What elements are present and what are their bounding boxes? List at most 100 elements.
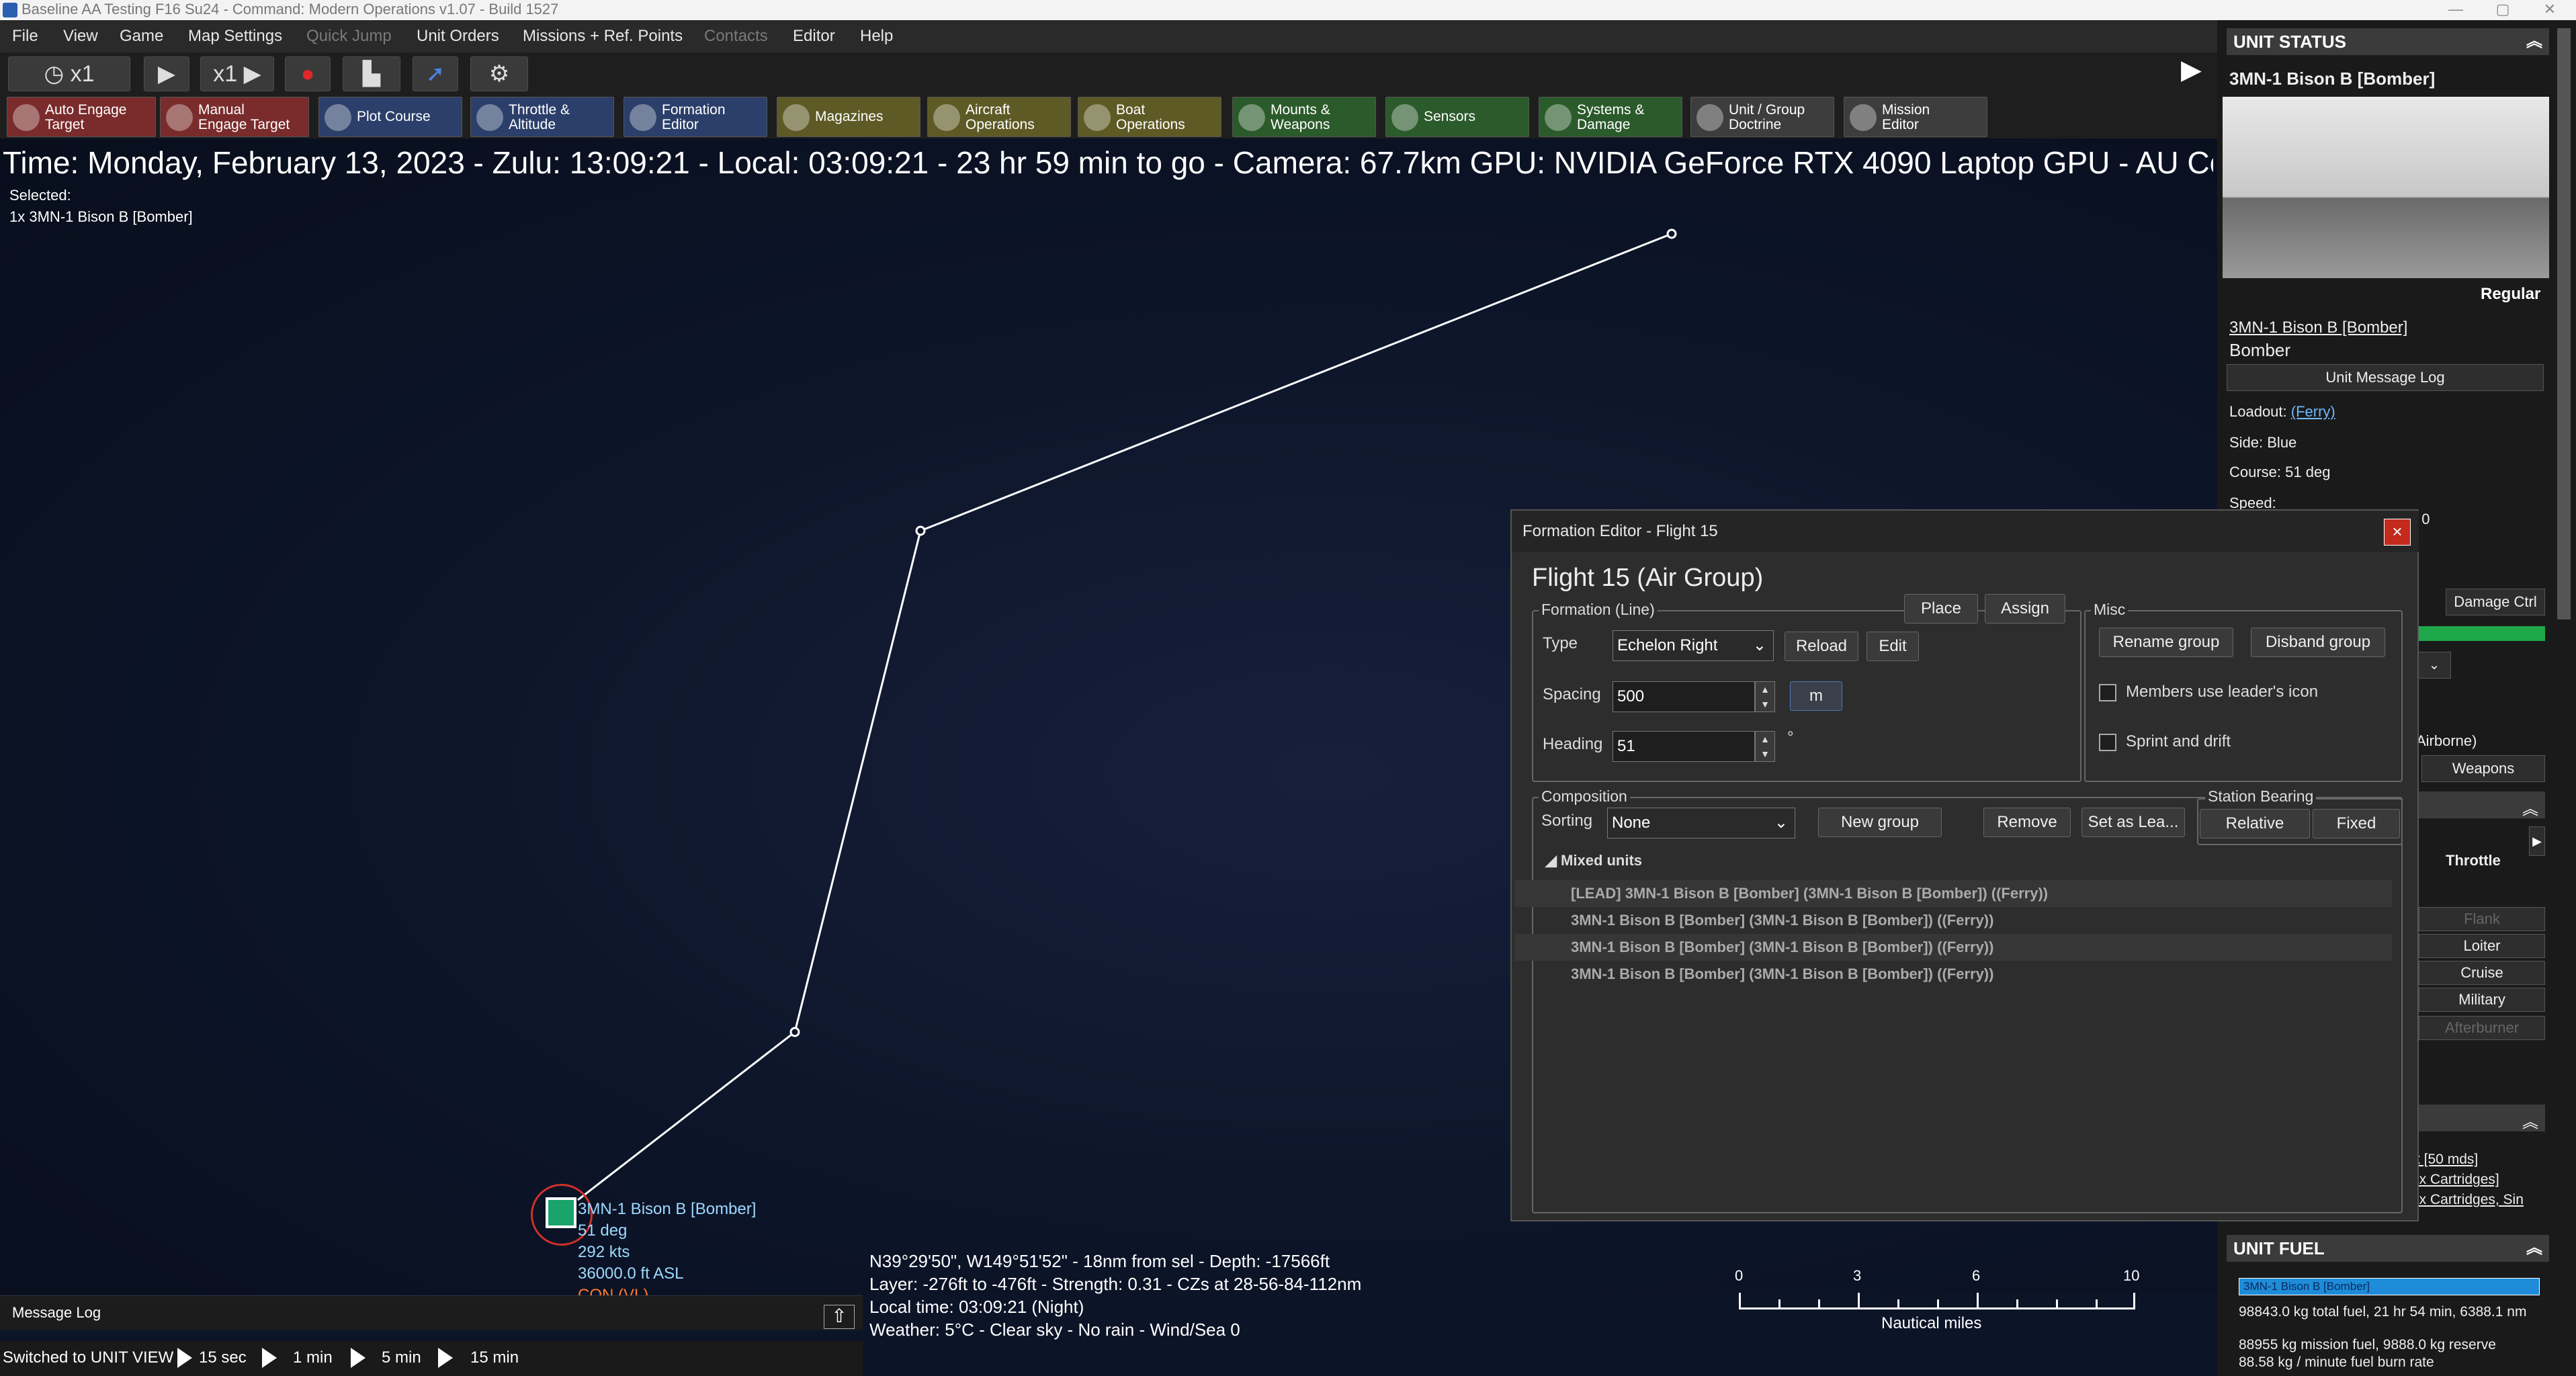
spacing-input[interactable]: 500 bbox=[1613, 681, 1755, 712]
message-log-bar[interactable]: Message Log bbox=[0, 1295, 863, 1330]
menu-file[interactable]: File bbox=[12, 20, 38, 52]
dropdown[interactable]: ⌄ bbox=[2417, 652, 2451, 679]
throttle-cruise[interactable]: Cruise bbox=[2419, 961, 2545, 985]
step-15min[interactable]: 15 min bbox=[470, 1341, 519, 1375]
print-button[interactable]: ▙ bbox=[343, 56, 400, 91]
collapse-icon[interactable]: ︽ bbox=[2522, 1109, 2538, 1132]
menu-map-settings[interactable]: Map Settings bbox=[188, 20, 282, 52]
aircraft-operations-button[interactable]: Aircraft Operations bbox=[927, 97, 1071, 137]
settings-button[interactable]: ⚙ bbox=[470, 56, 528, 91]
reload-button[interactable]: Reload bbox=[1785, 632, 1858, 661]
weapons-button[interactable]: Weapons bbox=[2421, 755, 2545, 782]
throttle-flank[interactable]: Flank bbox=[2419, 907, 2545, 931]
assign-button[interactable]: Assign bbox=[1985, 594, 2065, 624]
expand-triangle-icon[interactable]: ◢ bbox=[1545, 852, 1561, 869]
play-icon[interactable] bbox=[177, 1348, 192, 1368]
unit-toggle-button[interactable]: m bbox=[1790, 681, 1842, 711]
relative-button[interactable]: Relative bbox=[2200, 809, 2310, 838]
close-window-button[interactable]: ✕ bbox=[2526, 0, 2573, 20]
list-item[interactable]: [LEAD] 3MN-1 Bison B [Bomber] (3MN-1 Bis… bbox=[1514, 880, 2392, 907]
throttle-military[interactable]: Military bbox=[2419, 988, 2545, 1012]
play-button[interactable]: ▶ bbox=[144, 56, 189, 91]
boat-operations-button[interactable]: Boat Operations bbox=[1078, 97, 1221, 137]
step-15sec[interactable]: 15 sec bbox=[199, 1341, 247, 1375]
play-icon[interactable] bbox=[351, 1348, 366, 1368]
formation-editor-button[interactable]: Formation Editor bbox=[624, 97, 767, 137]
weapon-line[interactable]: lx Cartridges] bbox=[2416, 1172, 2499, 1188]
minimize-button[interactable]: — bbox=[2432, 0, 2479, 20]
menu-missions[interactable]: Missions + Ref. Points bbox=[523, 20, 683, 52]
expand-panel-arrow-icon[interactable]: ▶ bbox=[2181, 56, 2208, 83]
unit-message-log-button[interactable]: Unit Message Log bbox=[2227, 364, 2544, 391]
auto-engage-button[interactable]: Auto Engage Target bbox=[7, 97, 156, 137]
edit-button[interactable]: Edit bbox=[1866, 632, 1919, 661]
menu-view[interactable]: View bbox=[63, 20, 98, 52]
sprint-drift-checkbox[interactable] bbox=[2099, 734, 2116, 751]
doctrine-button[interactable]: Unit / Group Doctrine bbox=[1690, 97, 1834, 137]
heading-input[interactable]: 51 bbox=[1613, 731, 1755, 762]
spacing-stepper[interactable]: ▲ ▼ bbox=[1755, 681, 1775, 712]
place-button[interactable]: Place bbox=[1904, 594, 1978, 624]
menu-game[interactable]: Game bbox=[120, 20, 163, 52]
menu-help[interactable]: Help bbox=[860, 20, 893, 52]
manual-engage-button[interactable]: Manual Engage Target bbox=[160, 97, 309, 137]
type-select[interactable]: Echelon Right ⌄ bbox=[1613, 630, 1774, 661]
section-header[interactable]: ︽ bbox=[2419, 791, 2545, 818]
menu-contacts[interactable]: Contacts bbox=[704, 20, 768, 52]
panel-scrollbar[interactable] bbox=[2557, 28, 2571, 619]
disband-group-button[interactable]: Disband group bbox=[2251, 628, 2385, 657]
damage-ctrl-button[interactable]: Damage Ctrl bbox=[2446, 589, 2545, 615]
menu-quick-jump[interactable]: Quick Jump bbox=[306, 20, 392, 52]
step-1min[interactable]: 1 min bbox=[293, 1341, 333, 1375]
list-item[interactable]: 3MN-1 Bison B [Bomber] (3MN-1 Bison B [B… bbox=[1514, 907, 2392, 934]
unit-fuel-header[interactable]: UNIT FUEL ︽ bbox=[2227, 1235, 2549, 1262]
menu-unit-orders[interactable]: Unit Orders bbox=[417, 20, 499, 52]
collapse-icon[interactable]: ︽ bbox=[2526, 1235, 2542, 1262]
weapon-line[interactable]: t [50 mds] bbox=[2416, 1152, 2478, 1168]
weapon-line[interactable]: lx Cartridges, Sin bbox=[2416, 1192, 2524, 1208]
throttle-altitude-button[interactable]: Throttle & Altitude bbox=[470, 97, 614, 137]
unit-status-header[interactable]: UNIT STATUS ︽ bbox=[2227, 28, 2549, 55]
section-header[interactable]: ︽ bbox=[2419, 1105, 2545, 1131]
collapse-icon[interactable]: ︽ bbox=[2522, 796, 2538, 819]
close-icon[interactable]: × bbox=[2384, 519, 2411, 546]
mounts-weapons-button[interactable]: Mounts & Weapons bbox=[1232, 97, 1376, 137]
message-log-toggle[interactable]: ⇧ bbox=[824, 1305, 855, 1329]
remove-button[interactable]: Remove bbox=[1983, 808, 2071, 837]
sorting-select[interactable]: None ⌄ bbox=[1607, 808, 1795, 838]
play-icon[interactable] bbox=[438, 1348, 453, 1368]
systems-l2: Damage bbox=[1577, 117, 1631, 132]
chevron-right-icon[interactable]: ▶ bbox=[2529, 826, 2545, 856]
maximize-button[interactable]: ▢ bbox=[2479, 0, 2526, 20]
throttle-afterburner[interactable]: Afterburner bbox=[2419, 1016, 2545, 1040]
radar-icon bbox=[1391, 104, 1418, 131]
collapse-icon[interactable]: ︽ bbox=[2526, 28, 2542, 55]
sensors-button[interactable]: Sensors bbox=[1385, 97, 1529, 137]
set-as-lead-button[interactable]: Set as Lea... bbox=[2081, 808, 2185, 837]
step-5min[interactable]: 5 min bbox=[382, 1341, 421, 1375]
tree-root[interactable]: ◢ Mixed units bbox=[1545, 852, 1642, 869]
heading-stepper[interactable]: ▲ ▼ bbox=[1755, 731, 1775, 762]
list-item[interactable]: 3MN-1 Bison B [Bomber] (3MN-1 Bison B [B… bbox=[1514, 961, 2392, 988]
rename-group-button[interactable]: Rename group bbox=[2099, 628, 2233, 657]
fixed-button[interactable]: Fixed bbox=[2313, 809, 2400, 838]
plot-course-button[interactable]: Plot Course bbox=[318, 97, 462, 137]
menu-editor[interactable]: Editor bbox=[793, 20, 835, 52]
loadout-link[interactable]: (Ferry) bbox=[2291, 403, 2335, 420]
play-icon[interactable] bbox=[262, 1348, 277, 1368]
step-button[interactable]: x1 ▶ bbox=[200, 56, 274, 91]
redo-button[interactable]: ➚ bbox=[413, 56, 458, 91]
aircraft-unit-icon[interactable] bbox=[546, 1197, 576, 1228]
list-item[interactable]: 3MN-1 Bison B [Bomber] (3MN-1 Bison B [B… bbox=[1514, 934, 2392, 961]
magazines-button[interactable]: Magazines bbox=[777, 97, 920, 137]
time-compression-button[interactable]: ◷ x1 bbox=[8, 56, 130, 91]
new-group-button[interactable]: New group bbox=[1818, 808, 1942, 837]
mission-editor-button[interactable]: Mission Editor bbox=[1844, 97, 1987, 137]
systems-damage-button[interactable]: Systems & Damage bbox=[1539, 97, 1682, 137]
proficiency: Regular bbox=[2481, 285, 2541, 303]
unit-class-link[interactable]: 3MN-1 Bison B [Bomber] bbox=[2229, 318, 2407, 337]
record-button[interactable]: ● bbox=[285, 56, 331, 91]
leader-icon-checkbox[interactable] bbox=[2099, 684, 2116, 701]
boat-l1: Boat bbox=[1116, 102, 1146, 118]
throttle-loiter[interactable]: Loiter bbox=[2419, 934, 2545, 958]
